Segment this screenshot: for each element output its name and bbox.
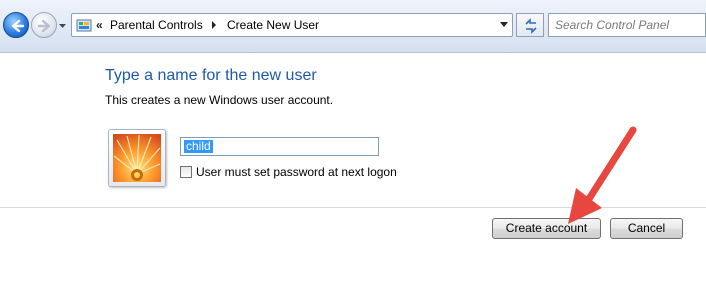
- address-dropdown-icon[interactable]: [500, 22, 508, 28]
- navigation-bar: « Parental Controls Create New User: [0, 0, 706, 53]
- flower-avatar-icon: [113, 134, 161, 182]
- search-input[interactable]: [549, 14, 705, 36]
- control-panel-icon: [76, 19, 92, 32]
- user-picture: [108, 129, 166, 187]
- username-value: child: [184, 139, 213, 153]
- create-account-button[interactable]: Create account: [492, 218, 601, 239]
- password-required-checkbox[interactable]: [180, 166, 192, 178]
- page-description: This creates a new Windows user account.: [105, 93, 334, 107]
- annotation-arrow-icon: [568, 126, 637, 224]
- username-field[interactable]: child: [180, 137, 379, 156]
- breadcrumb-parental-controls[interactable]: Parental Controls: [110, 18, 203, 33]
- divider: [0, 207, 706, 208]
- password-required-label[interactable]: User must set password at next logon: [196, 165, 397, 179]
- forward-button[interactable]: [31, 12, 57, 38]
- back-button[interactable]: [3, 12, 29, 38]
- breadcrumb-separator-icon[interactable]: [211, 20, 217, 30]
- cancel-button[interactable]: Cancel: [610, 218, 683, 239]
- recent-pages-dropdown-icon[interactable]: [58, 22, 67, 30]
- page-title: Type a name for the new user: [105, 67, 317, 84]
- breadcrumb-overflow-icon[interactable]: «: [96, 18, 103, 32]
- address-bar[interactable]: « Parental Controls Create New User: [71, 13, 513, 37]
- forward-arrow-icon: [37, 19, 51, 33]
- refresh-icon: [525, 18, 537, 34]
- search-box[interactable]: [548, 13, 706, 37]
- breadcrumb-create-new-user[interactable]: Create New User: [227, 18, 319, 33]
- back-arrow-icon: [11, 19, 25, 33]
- refresh-button[interactable]: [516, 13, 544, 37]
